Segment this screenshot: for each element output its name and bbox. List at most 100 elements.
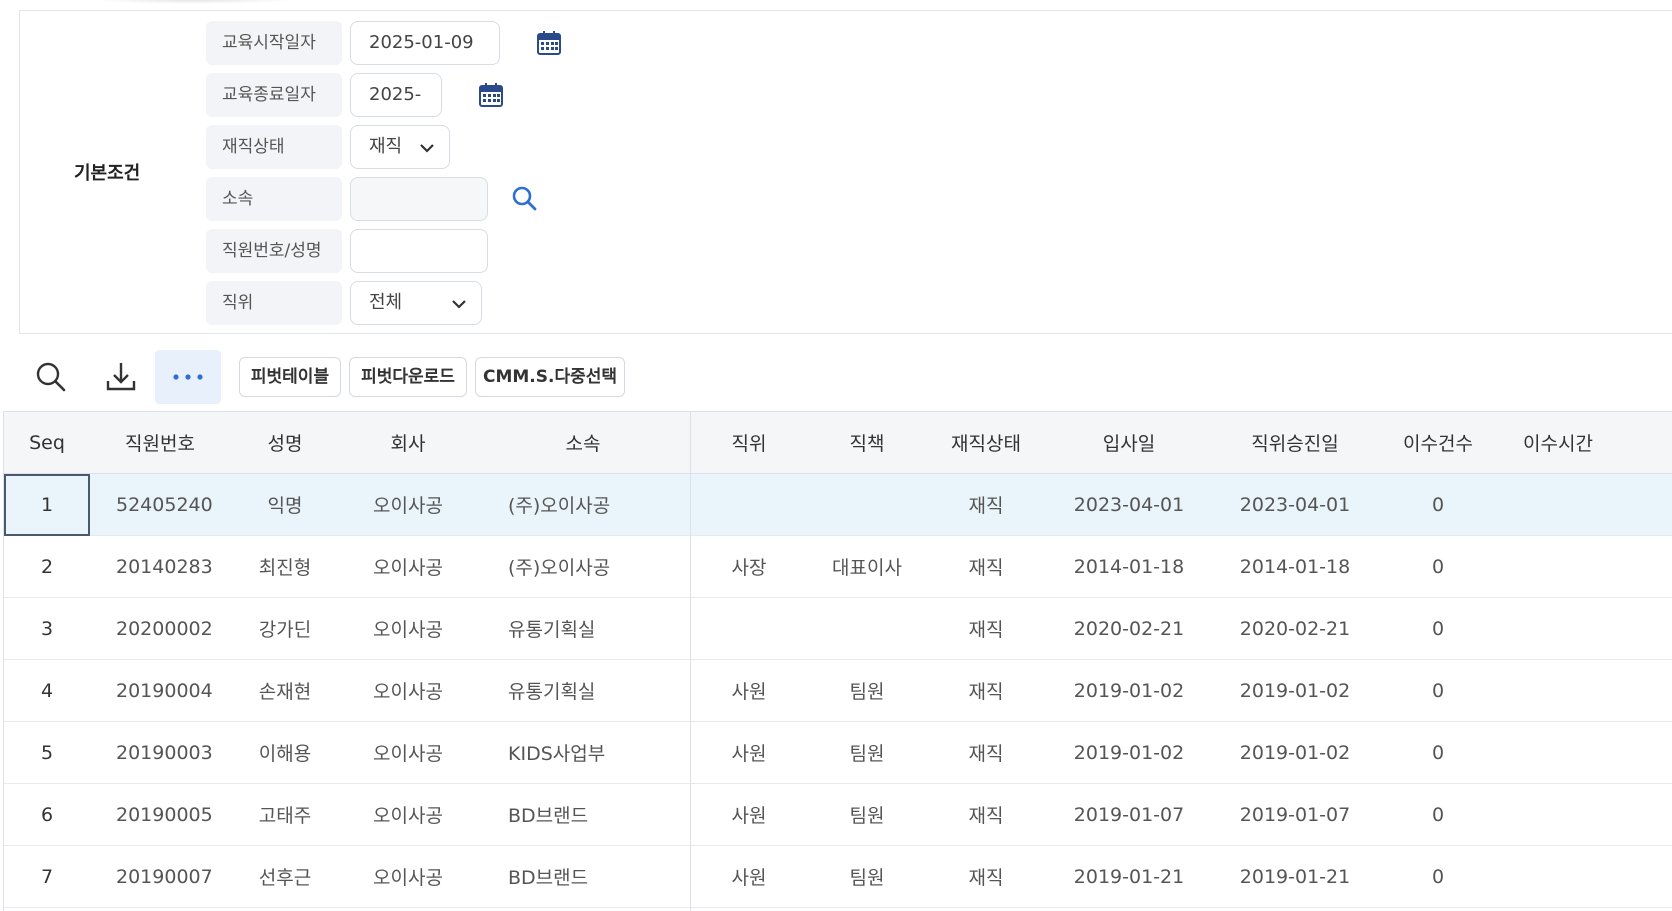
pivot-download-button[interactable]: 피벗다운로드 <box>349 357 467 397</box>
position-select[interactable]: 전체 <box>350 281 482 325</box>
table-cell[interactable]: 사장 <box>690 536 808 597</box>
table-cell[interactable]: 0 <box>1378 660 1498 721</box>
table-cell[interactable]: 2019-01-02 <box>1046 722 1212 783</box>
table-cell[interactable]: BD브랜드 <box>476 846 690 907</box>
table-cell[interactable]: 팀원 <box>808 846 926 907</box>
table-cell[interactable]: 0 <box>1378 784 1498 845</box>
table-cell[interactable]: 0 <box>1378 722 1498 783</box>
pivot-table-button[interactable]: 피벗테이블 <box>239 357 341 397</box>
table-cell[interactable]: 2019-01-21 <box>1212 846 1378 907</box>
table-cell[interactable]: KIDS사업부 <box>476 722 690 783</box>
table-cell[interactable]: 이해용 <box>230 722 340 783</box>
calendar-icon[interactable] <box>536 30 562 56</box>
table-cell[interactable]: 유통기획실 <box>476 598 690 659</box>
column-header[interactable]: 이수건수 <box>1378 412 1498 473</box>
column-header[interactable]: 직원번호 <box>90 412 230 473</box>
column-header[interactable]: 회사 <box>340 412 476 473</box>
table-cell[interactable]: 재직 <box>926 536 1046 597</box>
table-cell[interactable]: 20140283 <box>90 536 230 597</box>
table-cell[interactable]: 2014-01-18 <box>1046 536 1212 597</box>
table-cell[interactable]: 손재현 <box>230 660 340 721</box>
table-cell[interactable]: 오이사공 <box>340 722 476 783</box>
table-cell[interactable]: 0 <box>1378 846 1498 907</box>
table-cell[interactable]: 2019-01-21 <box>1046 846 1212 907</box>
table-cell[interactable]: 사원 <box>690 722 808 783</box>
table-cell[interactable] <box>1498 784 1618 845</box>
table-cell[interactable]: 2023-04-01 <box>1046 474 1212 535</box>
table-cell[interactable]: 20190007 <box>90 846 230 907</box>
table-cell[interactable]: 5 <box>4 722 90 783</box>
table-row[interactable]: 1 52405240 익명 오이사공 (주)오이사공 재직 2023-04-01 2023-0… <box>4 474 1672 536</box>
table-cell[interactable]: (주)오이사공 <box>476 474 690 535</box>
search-button[interactable] <box>24 350 78 404</box>
table-cell[interactable]: 2019-01-02 <box>1212 660 1378 721</box>
column-header[interactable]: 이수시간 <box>1498 412 1618 473</box>
table-row[interactable]: 6 20190005 고태주 오이사공 BD브랜드 사원 팀원 재직 2019-01-07 201… <box>4 784 1672 846</box>
table-cell[interactable]: 0 <box>1378 598 1498 659</box>
calendar-icon[interactable] <box>478 82 504 108</box>
table-cell[interactable]: 재직 <box>926 598 1046 659</box>
table-cell[interactable]: 재직 <box>926 846 1046 907</box>
table-cell[interactable]: 52405240 <box>90 474 230 535</box>
column-header[interactable]: 성명 <box>230 412 340 473</box>
table-cell[interactable]: (주)오이사공 <box>476 536 690 597</box>
employee-input[interactable] <box>350 229 488 273</box>
table-cell[interactable]: 사원 <box>690 846 808 907</box>
table-cell[interactable]: 사원 <box>690 660 808 721</box>
column-header[interactable]: Seq <box>4 412 90 473</box>
table-cell[interactable]: 익명 <box>230 474 340 535</box>
table-cell[interactable]: 오이사공 <box>340 536 476 597</box>
table-cell[interactable]: 강가딘 <box>230 598 340 659</box>
table-cell[interactable] <box>1498 474 1618 535</box>
table-cell[interactable]: 최진형 <box>230 536 340 597</box>
table-cell[interactable]: 고태주 <box>230 784 340 845</box>
table-cell[interactable]: 20190005 <box>90 784 230 845</box>
table-cell[interactable]: 오이사공 <box>340 660 476 721</box>
table-cell[interactable]: 재직 <box>926 784 1046 845</box>
table-cell[interactable]: 팀원 <box>808 660 926 721</box>
table-cell[interactable]: 팀원 <box>808 784 926 845</box>
table-cell[interactable] <box>1498 536 1618 597</box>
table-row[interactable]: 2 20140283 최진형 오이사공 (주)오이사공 사장 대표이사 재직 2014-01-1… <box>4 536 1672 598</box>
table-cell[interactable] <box>808 598 926 659</box>
multi-select-button[interactable]: CMM.S.다중선택 <box>475 357 625 397</box>
table-cell[interactable] <box>690 474 808 535</box>
table-row[interactable]: 4 20190004 손재현 오이사공 유통기획실 사원 팀원 재직 2019-01-02 201… <box>4 660 1672 722</box>
table-cell[interactable]: 0 <box>1378 474 1498 535</box>
table-cell[interactable]: 유통기획실 <box>476 660 690 721</box>
end-date-input[interactable]: 2025- <box>350 73 442 117</box>
column-header[interactable]: 입사일 <box>1046 412 1212 473</box>
more-button[interactable] <box>155 350 221 404</box>
table-cell[interactable]: 7 <box>4 846 90 907</box>
table-cell[interactable]: 20200002 <box>90 598 230 659</box>
column-header[interactable]: 직위 <box>690 412 808 473</box>
table-cell[interactable]: 선후근 <box>230 846 340 907</box>
table-cell[interactable]: 오이사공 <box>340 846 476 907</box>
table-cell[interactable]: 사원 <box>690 784 808 845</box>
table-cell[interactable] <box>808 474 926 535</box>
table-cell[interactable]: 20190003 <box>90 722 230 783</box>
table-cell[interactable]: 2019-01-02 <box>1212 722 1378 783</box>
table-cell[interactable]: 오이사공 <box>340 598 476 659</box>
table-cell[interactable]: 2020-02-21 <box>1046 598 1212 659</box>
table-cell[interactable]: 3 <box>4 598 90 659</box>
table-cell[interactable] <box>690 598 808 659</box>
table-cell[interactable]: 2019-01-07 <box>1046 784 1212 845</box>
table-cell[interactable] <box>1498 660 1618 721</box>
table-cell[interactable]: 팀원 <box>808 722 926 783</box>
table-row[interactable]: 5 20190003 이해용 오이사공 KIDS사업부 사원 팀원 재직 2019-01-02 2… <box>4 722 1672 784</box>
table-cell[interactable]: 2019-01-07 <box>1212 784 1378 845</box>
table-row[interactable]: 3 20200002 강가딘 오이사공 유통기획실 재직 2020-02-21 2020-02… <box>4 598 1672 660</box>
table-cell[interactable]: 2014-01-18 <box>1212 536 1378 597</box>
status-select[interactable]: 재직 <box>350 125 450 169</box>
search-icon[interactable] <box>510 184 540 214</box>
table-cell[interactable] <box>1498 722 1618 783</box>
column-header[interactable]: 직위승진일 <box>1212 412 1378 473</box>
table-cell[interactable]: 대표이사 <box>808 536 926 597</box>
table-cell[interactable]: 오이사공 <box>340 474 476 535</box>
affiliation-input[interactable] <box>350 177 488 221</box>
table-cell[interactable]: 20190004 <box>90 660 230 721</box>
download-button[interactable] <box>94 350 148 404</box>
column-header[interactable]: 직책 <box>808 412 926 473</box>
start-date-input[interactable]: 2025-01-09 <box>350 21 500 65</box>
